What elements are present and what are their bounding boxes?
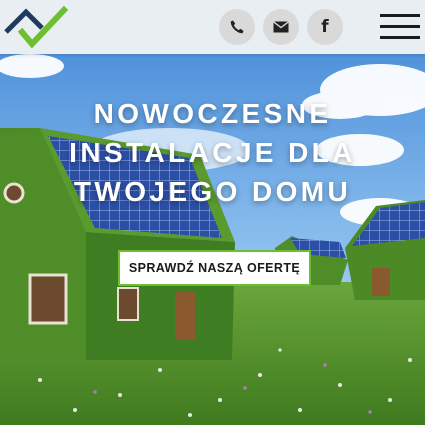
headline-line-1: NOWOCZESNE <box>93 98 332 129</box>
hamburger-menu-icon <box>380 14 420 17</box>
house-check-logo[interactable] <box>2 2 68 48</box>
phone-icon <box>230 20 244 34</box>
hamburger-menu-icon <box>380 36 420 39</box>
envelope-icon <box>273 21 289 33</box>
top-navigation-bar: f <box>0 0 425 54</box>
hero-background <box>0 0 425 425</box>
hero-headline: NOWOCZESNE INSTALACJE DLA TWOJEGO DOMU <box>40 94 385 211</box>
headline-line-2: INSTALACJE DLA <box>69 137 356 168</box>
email-button[interactable] <box>263 9 299 45</box>
hero-scene-image <box>0 0 425 425</box>
hamburger-menu-button[interactable] <box>378 10 422 42</box>
facebook-icon: f <box>321 17 329 37</box>
phone-button[interactable] <box>219 9 255 45</box>
headline-line-3: TWOJEGO DOMU <box>73 176 352 207</box>
hamburger-menu-icon <box>380 25 420 28</box>
facebook-button[interactable]: f <box>307 9 343 45</box>
check-offer-button[interactable]: SPRAWDŹ NASZĄ OFERTĘ <box>118 250 311 286</box>
